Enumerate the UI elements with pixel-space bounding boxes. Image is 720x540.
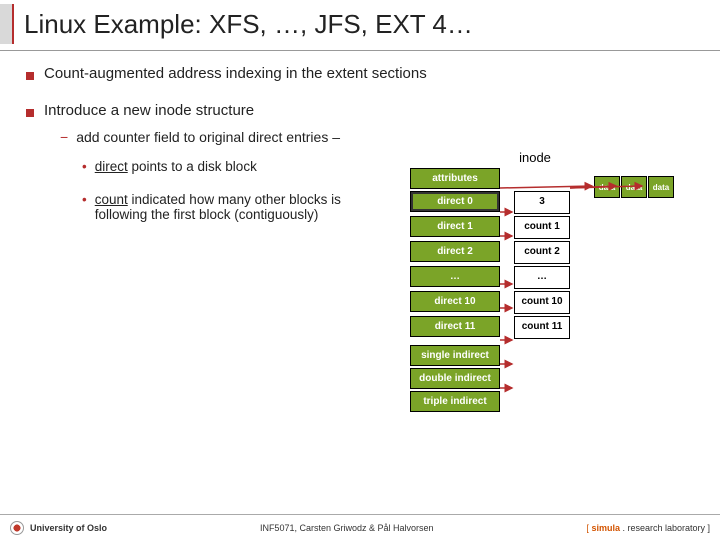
- footer-right: [ simula . research laboratory ]: [586, 523, 710, 533]
- sub-bullet-1-text: add counter field to original direct ent…: [76, 129, 340, 145]
- count-10-box: count 10: [514, 291, 570, 314]
- title-bar: Linux Example: XFS, …, JFS, EXT 4…: [0, 0, 720, 51]
- inode-label: inode: [360, 150, 710, 165]
- data-box-2: data: [648, 176, 674, 198]
- single-indirect-box: single indirect: [410, 345, 500, 366]
- square-bullet-icon: [26, 72, 34, 80]
- count-2-box: count 2: [514, 241, 570, 264]
- bullet-1: Count-augmented address indexing in the …: [26, 65, 702, 82]
- simula-brand: simula: [591, 523, 620, 533]
- dot-bullet-icon: •: [82, 159, 87, 174]
- footer: University of Oslo INF5071, Carsten Griw…: [0, 514, 720, 540]
- sub-bullet-1: − add counter field to original direct e…: [60, 129, 346, 145]
- direct-1-box: direct 1: [410, 216, 500, 237]
- direct-row-10: direct 10 count 10: [410, 291, 710, 314]
- title-accent: [0, 4, 14, 44]
- direct-row-ellipsis: … …: [410, 266, 710, 289]
- direct-0-box: direct 0: [410, 191, 500, 212]
- footer-left-text: University of Oslo: [30, 523, 107, 533]
- direct-ellipsis-box: …: [410, 266, 500, 287]
- sub2-bullet-1: • direct points to a disk block: [82, 159, 346, 174]
- direct-11-box: direct 11: [410, 316, 500, 337]
- left-column: − add counter field to original direct e…: [26, 129, 346, 222]
- bullet-2-text: Introduce a new inode structure: [44, 102, 254, 119]
- footer-left: University of Oslo: [10, 521, 107, 535]
- direct-10-box: direct 10: [410, 291, 500, 312]
- count-ellipsis-box: …: [514, 266, 570, 289]
- triple-indirect-box: triple indirect: [410, 391, 500, 412]
- double-indirect-box: double indirect: [410, 368, 500, 389]
- data-box-1: data: [621, 176, 647, 198]
- square-bullet-icon: [26, 109, 34, 117]
- dash-bullet-icon: −: [60, 129, 68, 145]
- footer-center-text: INF5071, Carsten Griwodz & Pål Halvorsen: [260, 523, 434, 533]
- data-blocks: data data data: [594, 176, 674, 198]
- bullet-2: Introduce a new inode structure: [26, 102, 702, 119]
- bullet-1-text: Count-augmented address indexing in the …: [44, 65, 427, 82]
- direct-2-box: direct 2: [410, 241, 500, 262]
- dot-bullet-icon: •: [82, 192, 87, 222]
- footer-right-suffix: . research laboratory ]: [620, 523, 710, 533]
- attributes-box: attributes: [410, 168, 500, 189]
- direct-row-1: direct 1 count 1: [410, 216, 710, 239]
- direct-row-2: direct 2 count 2: [410, 241, 710, 264]
- direct-row-11: direct 11 count 11: [410, 316, 710, 339]
- count-11-box: count 11: [514, 316, 570, 339]
- sub2-bullet-2-text: count indicated how many other blocks is…: [95, 192, 346, 222]
- sub2-bullet-2: • count indicated how many other blocks …: [82, 192, 346, 222]
- uio-logo-icon: [10, 521, 24, 535]
- data-box-0: data: [594, 176, 620, 198]
- sub2-bullet-1-text: direct points to a disk block: [95, 159, 257, 174]
- slide-title: Linux Example: XFS, …, JFS, EXT 4…: [24, 9, 473, 40]
- inode-diagram: inode attributes direct 0 3 direct 1 cou…: [410, 150, 710, 414]
- count-0-box: 3: [514, 191, 570, 214]
- count-1-box: count 1: [514, 216, 570, 239]
